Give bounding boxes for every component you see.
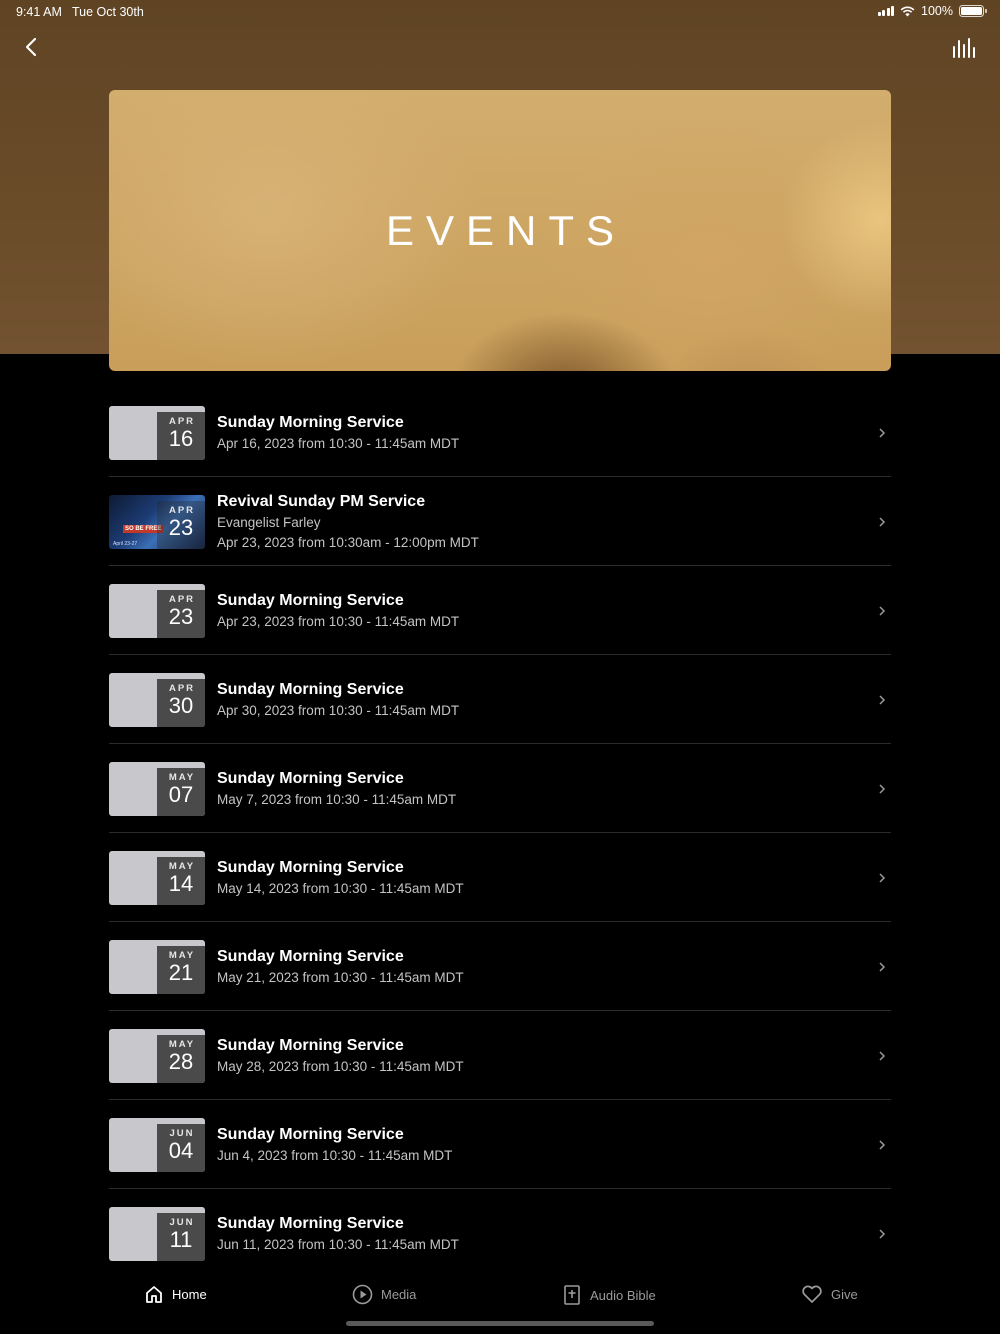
- back-chevron-icon[interactable]: [20, 35, 44, 59]
- battery-percent: 100%: [921, 4, 953, 18]
- battery-icon: [959, 5, 987, 17]
- tab-home[interactable]: Home: [144, 1284, 207, 1304]
- date-day: 07: [168, 782, 194, 807]
- event-title: Sunday Morning Service: [217, 592, 404, 609]
- event-title: Sunday Morning Service: [217, 681, 404, 698]
- date-day: 23: [168, 515, 194, 540]
- event-title: Sunday Morning Service: [217, 770, 404, 787]
- event-title: Revival Sunday PM Service: [217, 493, 426, 510]
- date-day: 23: [168, 604, 194, 629]
- tab-give-label: Give: [831, 1286, 858, 1302]
- cellular-signal-icon: [877, 6, 895, 16]
- tab-give[interactable]: Give: [801, 1284, 858, 1304]
- tab-audio-bible[interactable]: Audio Bible: [562, 1284, 656, 1306]
- tab-media-label: Media: [381, 1287, 417, 1302]
- event-thumbnail: JUN 04: [109, 1118, 205, 1172]
- bible-icon: [564, 1285, 580, 1305]
- event-date-time: May 21, 2023 from 10:30 - 11:45am MDT: [217, 970, 464, 985]
- event-date-time: Jun 11, 2023 from 10:30 - 11:45am MDT: [217, 1237, 459, 1252]
- event-flyer-thumbnail: SO BE FREE April 23-27 APR 23: [109, 495, 205, 549]
- heart-icon: [802, 1285, 822, 1303]
- event-thumbnail: MAY 21: [109, 940, 205, 994]
- date-day: 21: [168, 960, 194, 985]
- chevron-right-icon: [879, 962, 886, 972]
- event-row[interactable]: JUN 11 Sunday Morning Service Jun 11, 20…: [109, 1189, 891, 1278]
- date-day: 14: [168, 871, 194, 896]
- event-row[interactable]: JUN 04 Sunday Morning Service Jun 4, 202…: [109, 1100, 891, 1189]
- events-list: APR 16 Sunday Morning Service Apr 16, 20…: [109, 388, 891, 1278]
- status-date: Tue Oct 30th: [72, 5, 144, 19]
- date-badge: JUN 11: [157, 1213, 205, 1261]
- chevron-right-icon: [879, 1051, 886, 1061]
- date-badge: APR 16: [157, 412, 205, 460]
- event-title: Sunday Morning Service: [217, 1126, 404, 1143]
- date-day: 16: [168, 426, 194, 451]
- event-thumbnail: APR 30: [109, 673, 205, 727]
- event-thumbnail: APR 16: [109, 406, 205, 460]
- event-date-time: Jun 4, 2023 from 10:30 - 11:45am MDT: [217, 1148, 453, 1163]
- flyer-subtext: April 23-27: [113, 541, 138, 547]
- date-day: 28: [168, 1049, 194, 1074]
- date-badge: JUN 04: [157, 1124, 205, 1172]
- event-title: Sunday Morning Service: [217, 1215, 404, 1232]
- wifi-icon: [900, 6, 915, 16]
- chevron-right-icon: [879, 1140, 886, 1150]
- event-date-time: May 14, 2023 from 10:30 - 11:45am MDT: [217, 881, 464, 896]
- event-row[interactable]: MAY 07 Sunday Morning Service May 7, 202…: [109, 744, 891, 833]
- event-title: Sunday Morning Service: [217, 1037, 404, 1054]
- chevron-right-icon: [879, 784, 886, 794]
- event-date-time: Apr 30, 2023 from 10:30 - 11:45am MDT: [217, 703, 460, 718]
- event-title: Sunday Morning Service: [217, 414, 404, 431]
- event-thumbnail: APR 23: [109, 584, 205, 638]
- event-thumbnail: MAY 28: [109, 1029, 205, 1083]
- date-badge: MAY 07: [157, 768, 205, 816]
- date-badge: MAY 28: [157, 1035, 205, 1083]
- status-bar: 9:41 AM Tue Oct 30th 100%: [0, 0, 1000, 24]
- date-badge: APR 23: [157, 501, 205, 549]
- event-thumbnail: MAY 14: [109, 851, 205, 905]
- chevron-right-icon: [879, 1229, 886, 1239]
- event-row[interactable]: APR 23 Sunday Morning Service Apr 23, 20…: [109, 566, 891, 655]
- chevron-right-icon: [879, 517, 886, 527]
- date-badge: MAY 21: [157, 946, 205, 994]
- event-thumbnail: JUN 11: [109, 1207, 205, 1261]
- chevron-right-icon: [879, 606, 886, 616]
- tab-audio-bible-label: Audio Bible: [590, 1287, 656, 1303]
- hero-title: EVENTS: [385, 206, 627, 254]
- status-time: 9:41 AM: [16, 5, 62, 19]
- chevron-right-icon: [879, 695, 886, 705]
- event-row[interactable]: APR 30 Sunday Morning Service Apr 30, 20…: [109, 655, 891, 744]
- date-badge: APR 23: [157, 590, 205, 638]
- event-row[interactable]: APR 16 Sunday Morning Service Apr 16, 20…: [109, 388, 891, 477]
- event-date-time: Apr 23, 2023 from 10:30 - 11:45am MDT: [217, 614, 460, 629]
- home-indicator: [346, 1321, 654, 1326]
- chevron-right-icon: [879, 428, 886, 438]
- event-row[interactable]: MAY 28 Sunday Morning Service May 28, 20…: [109, 1011, 891, 1100]
- status-indicators: 100%: [877, 4, 987, 18]
- event-date-time: Apr 16, 2023 from 10:30 - 11:45am MDT: [217, 436, 460, 451]
- tab-media[interactable]: Media: [352, 1284, 416, 1305]
- date-day: 04: [168, 1138, 194, 1163]
- audio-player-icon[interactable]: [952, 37, 976, 59]
- event-date-time: May 28, 2023 from 10:30 - 11:45am MDT: [217, 1059, 464, 1074]
- date-badge: MAY 14: [157, 857, 205, 905]
- event-date-time: May 7, 2023 from 10:30 - 11:45am MDT: [217, 792, 457, 807]
- tab-home-label: Home: [172, 1286, 207, 1302]
- events-hero-banner: EVENTS: [109, 90, 891, 371]
- chevron-right-icon: [879, 873, 886, 883]
- event-row[interactable]: SO BE FREE April 23-27 APR 23 Revival Su…: [109, 477, 891, 566]
- event-speaker: Evangelist Farley: [217, 515, 321, 530]
- event-title: Sunday Morning Service: [217, 859, 404, 876]
- event-title: Sunday Morning Service: [217, 948, 404, 965]
- date-day: 30: [168, 693, 194, 718]
- event-thumbnail: MAY 07: [109, 762, 205, 816]
- date-day: 11: [169, 1227, 193, 1252]
- event-row[interactable]: MAY 14 Sunday Morning Service May 14, 20…: [109, 833, 891, 922]
- event-row[interactable]: MAY 21 Sunday Morning Service May 21, 20…: [109, 922, 891, 1011]
- event-date-time: Apr 23, 2023 from 10:30am - 12:00pm MDT: [217, 535, 479, 550]
- play-circle-icon: [352, 1284, 373, 1305]
- date-badge: APR 30: [157, 679, 205, 727]
- home-icon: [146, 1286, 162, 1303]
